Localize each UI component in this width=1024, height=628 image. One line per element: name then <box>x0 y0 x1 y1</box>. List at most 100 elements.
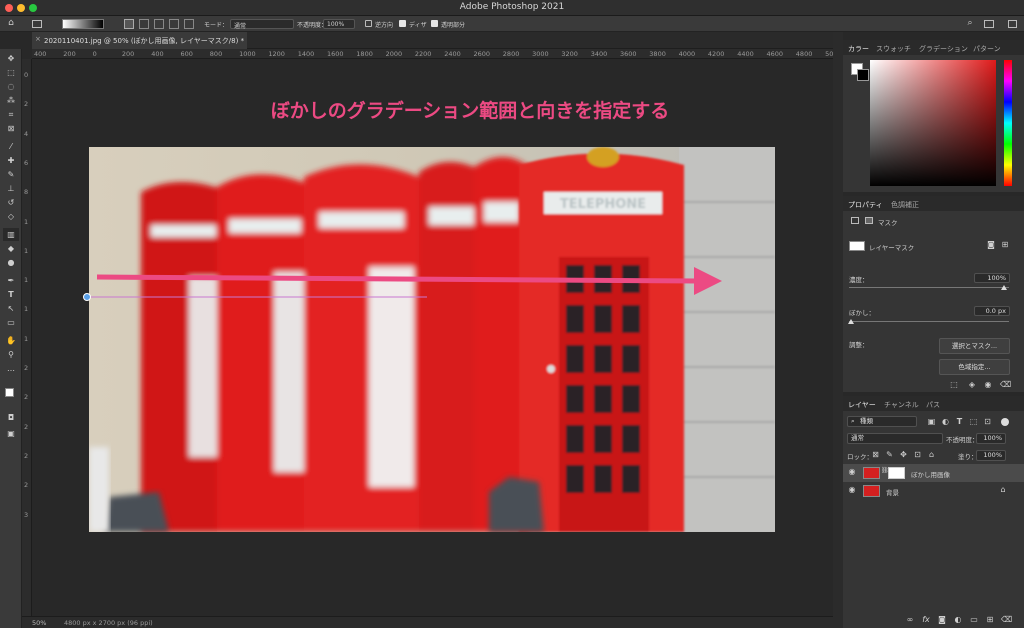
close-tab-icon[interactable]: × <box>35 35 41 43</box>
layer-name[interactable]: 背景 <box>886 487 899 497</box>
tab-gradients[interactable]: グラデーション <box>919 44 968 54</box>
zoom-tool-icon[interactable]: ⚲ <box>3 348 19 361</box>
pixel-mask-icon[interactable] <box>851 217 859 224</box>
filter-shape-icon[interactable]: ⬚ <box>969 417 978 426</box>
marquee-tool-icon[interactable]: ⬚ <box>3 66 19 79</box>
filter-type-icon[interactable]: T <box>955 417 964 426</box>
foreground-color-swatch[interactable] <box>5 388 14 397</box>
reflected-gradient-icon[interactable] <box>169 19 179 29</box>
healing-brush-tool-icon[interactable]: ✚ <box>3 154 19 167</box>
new-group-icon[interactable]: ▭ <box>969 615 979 624</box>
filter-smart-icon[interactable]: ⊡ <box>983 417 992 426</box>
screen-mode-icon[interactable]: ▣ <box>3 427 19 440</box>
lasso-tool-icon[interactable]: ◌ <box>3 80 19 93</box>
color-spectrum[interactable] <box>870 60 996 186</box>
tab-patterns[interactable]: パターン <box>973 44 1001 54</box>
crop-tool-icon[interactable]: ⌗ <box>3 108 19 121</box>
move-tool-icon[interactable]: ✥ <box>3 52 19 65</box>
brush-tool-icon[interactable]: ✎ <box>3 168 19 181</box>
tab-channels[interactable]: チャンネル <box>884 400 919 410</box>
share-icon[interactable] <box>1008 20 1017 28</box>
layer-filter-select[interactable]: ⌕ 種類 <box>847 416 917 427</box>
angle-gradient-icon[interactable] <box>154 19 164 29</box>
filter-toggle-icon[interactable] <box>1001 418 1009 426</box>
new-layer-icon[interactable]: ⊞ <box>985 615 995 624</box>
selection-from-mask-icon[interactable]: ⬚ <box>949 380 959 389</box>
load-selection-icon[interactable]: ◙ <box>986 240 996 249</box>
delete-mask-icon[interactable]: ⌫ <box>1000 380 1011 389</box>
dodge-tool-icon[interactable]: ● <box>3 256 19 269</box>
opacity-input[interactable]: 100% <box>323 19 355 29</box>
mask-link-icon[interactable]: ⛓ <box>881 467 889 474</box>
transparency-checkbox[interactable] <box>431 20 438 27</box>
tab-properties[interactable]: プロパティ <box>848 200 883 210</box>
layer-mask-thumb[interactable] <box>888 467 905 479</box>
gradient-picker[interactable] <box>62 19 104 29</box>
vector-mask-icon[interactable] <box>865 217 873 224</box>
quick-mask-icon[interactable]: ◘ <box>3 411 19 424</box>
tab-swatches[interactable]: スウォッチ <box>876 44 911 54</box>
select-and-mask-button[interactable]: 選択とマスク... <box>939 338 1010 354</box>
tab-color[interactable]: カラー <box>848 44 869 54</box>
filter-adjustment-icon[interactable]: ◐ <box>941 417 950 426</box>
layer-opacity-input[interactable]: 100% <box>976 433 1006 444</box>
lock-transparent-icon[interactable]: ⊠ <box>871 450 880 459</box>
adjustment-layer-icon[interactable]: ◐ <box>953 615 963 624</box>
feather-slider-track[interactable] <box>849 321 1009 322</box>
tab-adjustments[interactable]: 色調補正 <box>891 200 919 210</box>
history-brush-tool-icon[interactable]: ↺ <box>3 196 19 209</box>
filter-pixel-icon[interactable]: ▣ <box>927 417 936 426</box>
density-slider-track[interactable] <box>849 287 1009 288</box>
feather-slider-thumb[interactable] <box>848 319 854 324</box>
frame-tool-icon[interactable]: ⊠ <box>3 122 19 135</box>
blend-mode-select[interactable]: 通常 <box>847 433 943 444</box>
eyedropper-tool-icon[interactable]: ⁄ <box>3 140 19 153</box>
lock-image-icon[interactable]: ✎ <box>885 450 894 459</box>
lock-all-icon[interactable]: ⌂ <box>927 450 936 459</box>
link-layers-icon[interactable]: ∞ <box>905 615 915 624</box>
layer-style-icon[interactable]: fx <box>921 615 931 624</box>
eraser-tool-icon[interactable]: ◇ <box>3 210 19 223</box>
path-select-tool-icon[interactable]: ↖ <box>3 302 19 315</box>
workspace-icon[interactable] <box>984 20 994 28</box>
layer-row[interactable]: ◉ 背景 ⌂ <box>843 482 1024 500</box>
lock-position-icon[interactable]: ✥ <box>899 450 908 459</box>
density-slider-thumb[interactable] <box>1001 285 1007 290</box>
apply-mask-bottom-icon[interactable]: ◈ <box>967 380 977 389</box>
density-input[interactable]: 100% <box>974 273 1010 283</box>
shape-tool-icon[interactable]: ▭ <box>3 316 19 329</box>
visibility-mask-icon[interactable]: ◉ <box>983 380 993 389</box>
more-tools-icon[interactable]: … <box>3 362 19 375</box>
dither-checkbox[interactable] <box>399 20 406 27</box>
tab-paths[interactable]: パス <box>926 400 940 410</box>
panel-background-swatch[interactable] <box>857 69 869 81</box>
linear-gradient-icon[interactable] <box>124 19 134 29</box>
pen-tool-icon[interactable]: ✒ <box>3 274 19 287</box>
gradient-start-handle[interactable] <box>83 293 91 301</box>
zoom-level[interactable]: 50% <box>32 619 46 627</box>
gradient-tool-icon[interactable]: ▥ <box>3 228 19 241</box>
radial-gradient-icon[interactable] <box>139 19 149 29</box>
type-tool-icon[interactable]: T <box>3 288 19 301</box>
fill-input[interactable]: 100% <box>976 450 1006 461</box>
tab-layers[interactable]: レイヤー <box>848 400 876 410</box>
lock-artboard-icon[interactable]: ⊡ <box>913 450 922 459</box>
quick-select-tool-icon[interactable]: ⁂ <box>3 94 19 107</box>
feather-input[interactable]: 0.0 px <box>974 306 1010 316</box>
layer-row[interactable]: ◉ ⛓ ぼかし用画像 <box>843 464 1024 482</box>
search-icon[interactable]: ⌕ <box>965 18 975 28</box>
delete-layer-icon[interactable]: ⌫ <box>1001 615 1012 624</box>
add-mask-icon[interactable]: ◙ <box>937 615 947 624</box>
tool-preset-icon[interactable] <box>32 20 42 28</box>
stamp-tool-icon[interactable]: ⊥ <box>3 182 19 195</box>
home-icon[interactable]: ⌂ <box>6 18 16 28</box>
hand-tool-icon[interactable]: ✋ <box>3 334 19 347</box>
diamond-gradient-icon[interactable] <box>184 19 194 29</box>
document-tab[interactable]: × 2020110401.jpg @ 50% (ぼかし用画像, レイヤーマスク/… <box>32 32 247 49</box>
layer-name[interactable]: ぼかし用画像 <box>911 469 950 479</box>
layer-visibility-icon[interactable]: ◉ <box>847 485 857 494</box>
apply-mask-icon[interactable]: ⊞ <box>1000 240 1010 249</box>
color-range-button[interactable]: 色域指定... <box>939 359 1010 375</box>
reverse-checkbox[interactable] <box>365 20 372 27</box>
layer-visibility-icon[interactable]: ◉ <box>847 467 857 476</box>
